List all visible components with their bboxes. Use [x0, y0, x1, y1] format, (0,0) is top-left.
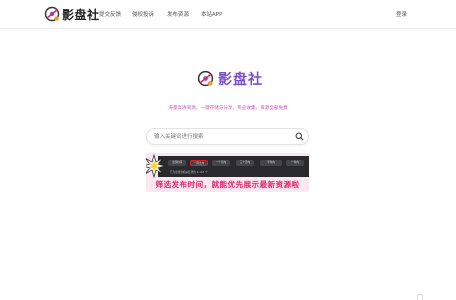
banner-tab: 一年内 — [286, 160, 304, 166]
nav-feedback[interactable]: 提交反馈 — [99, 10, 121, 18]
banner-tab: 全部时间 — [168, 160, 186, 166]
nav-app[interactable]: 本站APP — [201, 10, 222, 18]
login-link[interactable]: 登录 — [396, 10, 407, 18]
banner-tab-highlighted: 一周之内 — [190, 160, 208, 166]
search-bar — [146, 128, 309, 145]
banner-tab: 一个月内 — [212, 160, 230, 166]
top-navigation-bar: 影盘社 提交反馈 侵权投诉 发布资源 本站APP 登录 — [0, 0, 456, 29]
promo-banner[interactable]: 全部时间 一周之内 一个月内 三个月内 半年内 一年内 已为您找到相关结果约 2… — [146, 153, 309, 192]
hero-logo-icon — [197, 70, 214, 87]
back-to-top-tab[interactable] — [417, 294, 423, 300]
brand-logo-icon[interactable] — [44, 6, 60, 22]
nav-publish-resource[interactable]: 发布资源 — [167, 10, 189, 18]
banner-tab: 半年内 — [260, 160, 282, 166]
starburst-icon — [146, 154, 166, 178]
search-input[interactable] — [154, 132, 284, 142]
hero-title: 影盘社 — [218, 72, 263, 88]
banner-caption: 筛选发布时间，就能优先展示最新资源啦 — [155, 180, 300, 189]
hero-tagline: 海量高清资源，一键存储与分享，专业收集，资源全部免费 — [168, 106, 288, 111]
search-icon[interactable] — [295, 132, 304, 141]
site-name[interactable]: 影盘社 — [62, 6, 100, 23]
nav-copyright-complaint[interactable]: 侵权投诉 — [132, 10, 154, 18]
banner-result-line: 已为您找到相关结果约 2,143 个 — [170, 171, 208, 174]
banner-tab: 三个月内 — [236, 160, 254, 166]
banner-screenshot: 全部时间 一周之内 一个月内 三个月内 半年内 一年内 已为您找到相关结果约 2… — [158, 156, 309, 177]
